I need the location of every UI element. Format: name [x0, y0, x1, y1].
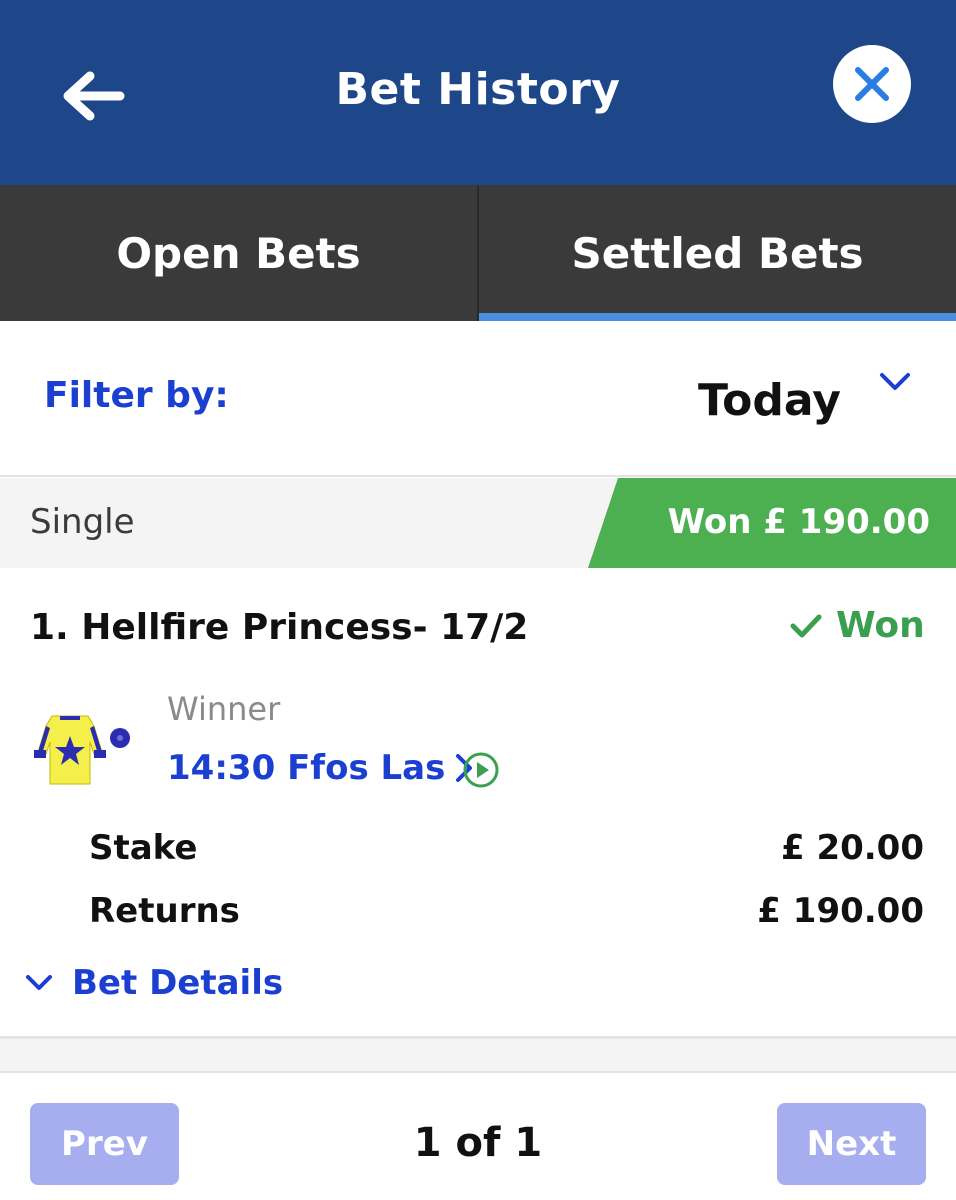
- returns-label: Returns: [89, 891, 240, 931]
- next-button[interactable]: Next: [777, 1103, 926, 1185]
- market-name: Winner: [167, 690, 281, 728]
- filter-value: Today: [698, 375, 841, 426]
- result-badge: Won £ 190.00: [588, 478, 956, 568]
- selection-name: 1. Hellfire Princess- 17/2: [30, 607, 529, 648]
- jockey-silks-icon: [34, 715, 130, 785]
- bet-tabs: Open Bets Settled Bets: [0, 185, 956, 321]
- returns-value: £ 190.00: [757, 891, 924, 931]
- race-link[interactable]: 14:30 Ffos Las: [167, 748, 475, 788]
- tab-label: Settled Bets: [571, 228, 864, 278]
- status-text: Won: [836, 605, 925, 646]
- stake-label: Stake: [89, 828, 198, 868]
- bet-header: Single Won £ 190.00: [0, 478, 956, 568]
- bet-details-label: Bet Details: [72, 963, 284, 1003]
- chevron-down-icon: [880, 373, 910, 390]
- play-circle-icon[interactable]: [462, 751, 500, 789]
- filter-dropdown[interactable]: Today: [640, 361, 940, 451]
- divider: [0, 1071, 956, 1073]
- tab-open-bets[interactable]: Open Bets: [0, 185, 477, 321]
- filter-bar: Filter by: Today: [0, 321, 956, 477]
- tab-label: Open Bets: [116, 228, 361, 278]
- bet-details-toggle[interactable]: Bet Details: [24, 963, 283, 1003]
- bet-type: Single: [30, 502, 135, 542]
- filter-label: Filter by:: [44, 375, 229, 416]
- chevron-down-icon: [26, 975, 52, 990]
- race-name: 14:30 Ffos Las: [167, 748, 446, 788]
- close-icon: [855, 67, 889, 101]
- close-button[interactable]: [833, 45, 911, 123]
- selection-status: Won: [790, 605, 925, 646]
- app-header: Bet History: [0, 0, 956, 185]
- section-gap: [0, 1039, 956, 1071]
- tab-settled-bets[interactable]: Settled Bets: [477, 185, 956, 321]
- page-title: Bet History: [335, 64, 621, 115]
- check-icon: [790, 614, 822, 637]
- result-badge-text: Won £ 190.00: [667, 502, 930, 542]
- stake-value: £ 20.00: [780, 828, 924, 868]
